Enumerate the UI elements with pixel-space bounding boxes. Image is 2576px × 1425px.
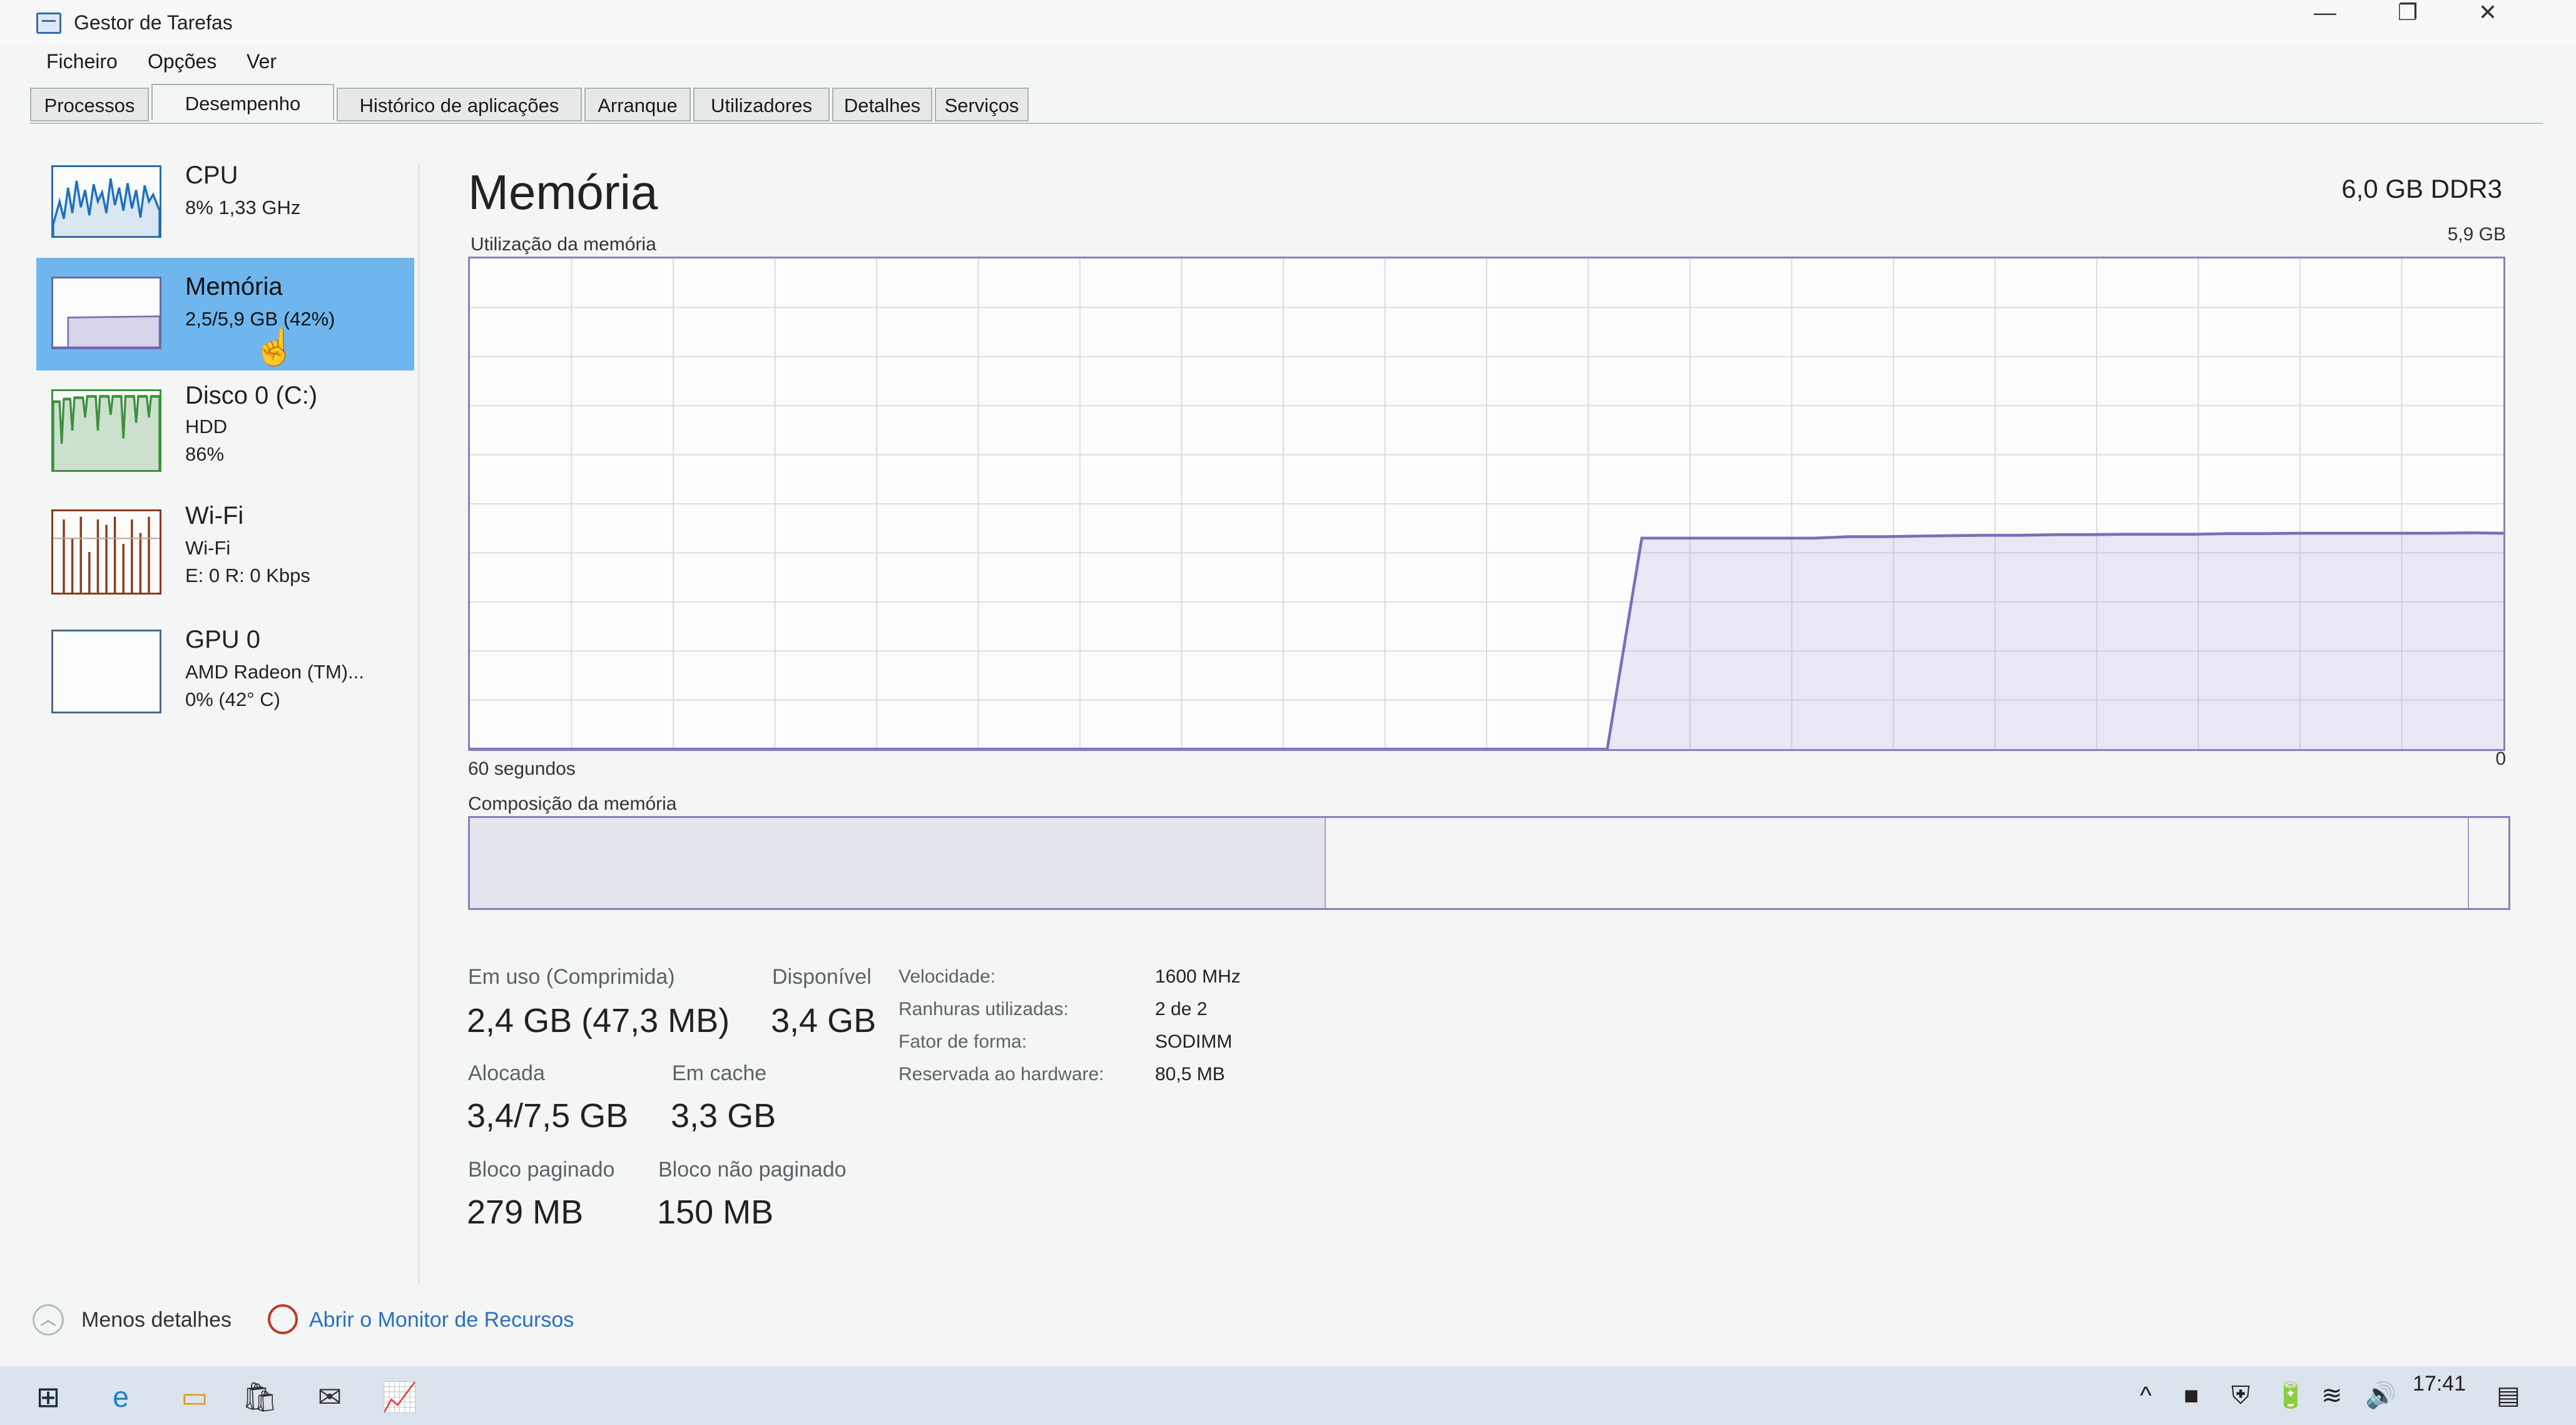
notification-icon[interactable]: ▤: [2497, 1380, 2520, 1411]
battery-icon[interactable]: 🔋: [2275, 1380, 2306, 1411]
menu-opcoes[interactable]: Opções: [148, 50, 216, 73]
page-title: Memória: [468, 165, 658, 220]
stat-value-disponivel: 3,4 GB: [771, 1002, 877, 1039]
tab-utilizadores[interactable]: Utilizadores: [693, 88, 830, 121]
sidebar-item-cpu[interactable]: CPU 8% 1,33 GHz: [36, 148, 414, 260]
mail-icon[interactable]: ✉: [313, 1380, 347, 1414]
composition-standby-divider: [2467, 818, 2469, 908]
tab-detalhes[interactable]: Detalhes: [832, 88, 932, 121]
wifi-thumbnail-graph: [51, 509, 161, 595]
sidebar-disco-name: Disco 0 (C:): [185, 382, 318, 409]
menu-ficheiro[interactable]: Ficheiro: [46, 50, 118, 73]
stat-label-alocada: Alocada: [468, 1061, 545, 1085]
task-manager-icon[interactable]: 📈: [382, 1380, 417, 1414]
tab-desempenho[interactable]: Desempenho: [151, 84, 334, 120]
tray-app-icon[interactable]: ■: [2184, 1380, 2199, 1411]
spec-label-reservada: Reservada ao hardware:: [899, 1064, 1104, 1085]
disk-thumbnail-graph: [51, 389, 161, 472]
composition-in-use: [470, 818, 1326, 908]
sidebar-disco-line1: HDD: [185, 416, 228, 437]
composition-label: Composição da memória: [468, 794, 677, 814]
taskbar-clock[interactable]: 17:41: [2413, 1372, 2466, 1396]
minimize-button[interactable]: —: [2288, 0, 2363, 31]
sidebar-gpu-line1: AMD Radeon (TM)...: [185, 661, 364, 683]
menos-detalhes-link[interactable]: Menos detalhes: [81, 1308, 232, 1332]
restore-button[interactable]: ❐: [2370, 0, 2445, 31]
tab-servicos[interactable]: Serviços: [935, 88, 1029, 121]
sidebar-item-gpu[interactable]: GPU 0 AMD Radeon (TM)... 0% (42° C): [36, 617, 414, 730]
sidebar-item-memoria[interactable]: Memória 2,5/5,9 GB (42%): [36, 258, 414, 370]
stat-label-em-uso: Em uso (Comprimida): [468, 965, 675, 989]
taskbar: ⊞ e ▭ 🛍 ✉ 📈 ^ ■ ⛨ 🔋 ≋ 🔊 ▤: [0, 1366, 2576, 1425]
windows-start-icon[interactable]: ⊞: [31, 1380, 65, 1414]
menu-ver[interactable]: Ver: [247, 50, 277, 73]
stat-value-bloco-paginado: 279 MB: [467, 1193, 584, 1231]
sidebar-gpu-name: GPU 0: [185, 626, 261, 653]
cpu-thumbnail-graph: [51, 165, 161, 238]
sidebar-disco-line2: 86%: [185, 443, 225, 465]
stat-label-bloco-paginado: Bloco paginado: [468, 1158, 615, 1182]
stat-label-disponivel: Disponível: [772, 965, 872, 989]
store-icon[interactable]: 🛍: [242, 1380, 278, 1414]
memory-usage-svg: [470, 258, 2503, 749]
sidebar-cpu-line1: 8% 1,33 GHz: [185, 197, 301, 218]
volume-icon[interactable]: 🔊: [2365, 1380, 2396, 1411]
spec-label-fator-forma: Fator de forma:: [899, 1031, 1027, 1052]
task-manager-app-icon: [36, 13, 61, 34]
tab-processos[interactable]: Processos: [30, 88, 149, 121]
file-explorer-icon[interactable]: ▭: [178, 1380, 211, 1414]
edge-icon[interactable]: e: [104, 1380, 138, 1414]
spec-label-velocidade: Velocidade:: [899, 966, 996, 987]
memory-usage-graph: [468, 257, 2505, 751]
spec-value-ranhuras: 2 de 2: [1155, 999, 1208, 1019]
tray-security-icon[interactable]: ⛨: [2231, 1380, 2250, 1411]
sidebar-divider: [418, 163, 420, 1283]
memory-composition-bar: [468, 816, 2510, 910]
graph-time-label: 60 segundos: [468, 758, 576, 779]
tab-arranque[interactable]: Arranque: [584, 88, 691, 121]
sidebar-gpu-line2: 0% (42° C): [185, 688, 280, 710]
tab-historico[interactable]: Histórico de aplicações: [337, 88, 582, 121]
memory-spec: 6,0 GB DDR3: [2341, 174, 2502, 203]
stat-value-bloco-nao-paginado: 150 MB: [657, 1193, 774, 1231]
sidebar-wifi-line2: E: 0 R: 0 Kbps: [185, 564, 310, 586]
wifi-icon[interactable]: ≋: [2321, 1380, 2343, 1411]
spec-value-fator-forma: SODIMM: [1155, 1031, 1233, 1052]
graph-max-label: 5,9 GB: [2447, 224, 2506, 245]
resource-monitor-icon: [268, 1304, 298, 1334]
stat-value-alocada: 3,4/7,5 GB: [467, 1097, 629, 1135]
graph-min-label: 0: [2495, 748, 2506, 769]
spec-value-velocidade: 1600 MHz: [1155, 966, 1241, 987]
spec-value-reservada: 80,5 MB: [1155, 1064, 1225, 1085]
sidebar-wifi-name: Wi-Fi: [185, 502, 244, 529]
stat-label-em-cache: Em cache: [672, 1061, 767, 1085]
stat-value-em-uso: 2,4 GB (47,3 MB): [467, 1002, 730, 1039]
window-title: Gestor de Tarefas: [74, 11, 233, 34]
hand-cursor-icon: ☝: [253, 327, 297, 367]
sidebar-item-disco[interactable]: Disco 0 (C:) HDD 86%: [36, 372, 414, 484]
sidebar-cpu-name: CPU: [185, 161, 238, 189]
stat-label-bloco-nao-paginado: Bloco não paginado: [658, 1158, 847, 1182]
memory-thumbnail-graph: [51, 277, 161, 349]
sidebar-wifi-line1: Wi-Fi: [185, 537, 231, 559]
abrir-monitor-recursos-link[interactable]: Abrir o Monitor de Recursos: [309, 1308, 574, 1332]
tray-chevron-icon[interactable]: ^: [2140, 1380, 2152, 1411]
chevron-up-icon[interactable]: ︿: [33, 1304, 64, 1336]
sidebar-item-wifi[interactable]: Wi-Fi Wi-Fi E: 0 R: 0 Kbps: [36, 493, 414, 606]
graph-label: Utilização da memória: [471, 234, 656, 255]
sidebar-memoria-name: Memória: [185, 273, 283, 300]
stat-value-em-cache: 3,3 GB: [671, 1097, 776, 1135]
close-button[interactable]: ✕: [2450, 0, 2525, 31]
title-bar: Gestor de Tarefas — ❐ ✕: [0, 0, 2576, 46]
spec-label-ranhuras: Ranhuras utilizadas:: [899, 999, 1069, 1019]
gpu-thumbnail-graph: [51, 630, 161, 713]
